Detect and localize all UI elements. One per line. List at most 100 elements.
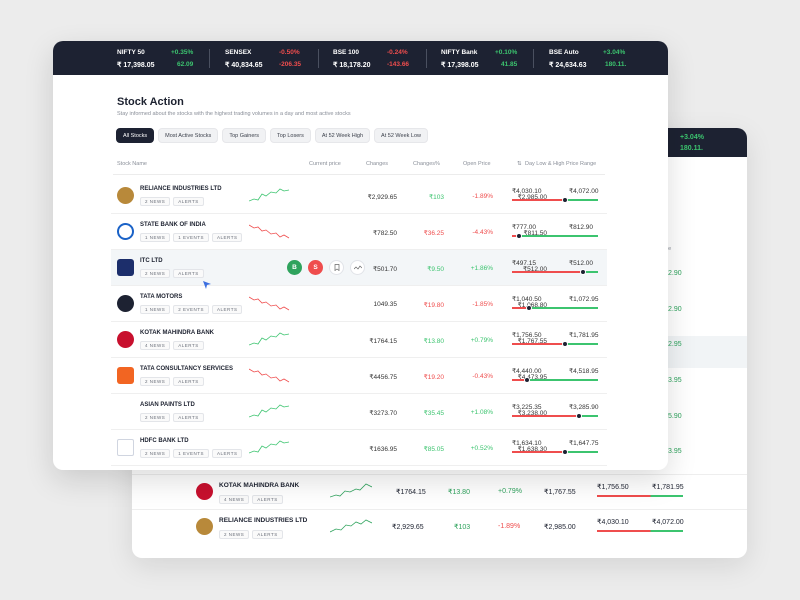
ticker-value: ₹ 40,834.65 <box>225 62 263 69</box>
alerts-tag[interactable]: ALERTS <box>252 495 283 504</box>
asian-paints-logo-icon <box>117 403 134 420</box>
header-divider <box>113 174 605 175</box>
price-change-percent: +1.86% <box>470 265 493 272</box>
chart-icon[interactable] <box>350 260 365 275</box>
sparkline-icon <box>249 224 290 239</box>
stock-tag[interactable]: 2 NEWS <box>140 197 171 206</box>
tab-52-week-high[interactable]: At 52 Week High <box>314 128 371 143</box>
tab-top-losers[interactable]: Top Losers <box>269 128 311 143</box>
stock-tag[interactable]: ALERTS <box>173 197 204 206</box>
ticker-item-sensex[interactable]: SENSEX -0.50% ₹ 40,834.65 -206.35 <box>225 41 325 75</box>
stock-tag[interactable]: 4 NEWS <box>140 341 171 350</box>
ticker-item-nifty-50[interactable]: NIFTY 50 +0.35% ₹ 17,398.05 62.09 <box>117 41 217 75</box>
price-change: ₹85.05 <box>423 446 444 453</box>
price-change: ₹19.80 <box>423 302 444 309</box>
stock-tag[interactable]: ALERTS <box>173 377 204 386</box>
range-high-segment <box>518 235 598 237</box>
back-table-row[interactable]: KOTAK MAHINDRA BANK 4 NEWS ALERTS ₹1764.… <box>132 474 747 508</box>
range-marker <box>576 413 583 419</box>
price-change-percent: -0.43% <box>472 373 493 380</box>
table-row[interactable]: HDFC BANK LTD 2 NEWS 1 EVENTS ALERTS ₹1636.9… <box>111 430 607 466</box>
sort-icon[interactable]: ⇅ <box>517 161 522 167</box>
day-range-bar <box>512 341 598 347</box>
table-row[interactable]: STATE BANK OF INDIA 1 NEWS 1 EVENTS ALERTS ₹… <box>111 214 607 250</box>
stock-tags: 2 NEWS ALERTS <box>140 269 204 278</box>
sparkline-icon <box>249 368 290 383</box>
stock-tag[interactable]: 2 NEWS <box>140 269 171 278</box>
stock-tag[interactable]: 2 NEWS <box>140 377 171 386</box>
stock-tag[interactable]: ALERTS <box>173 341 204 350</box>
stock-name[interactable]: ASIAN PAINTS LTD <box>140 402 195 408</box>
column-header-current-price[interactable]: Current price <box>309 161 341 167</box>
back-open-price: ₹1,767.55 <box>544 489 576 496</box>
tab-top-gainers[interactable]: Top Gainers <box>222 128 266 143</box>
back-stock-name: KOTAK MAHINDRA BANK <box>219 482 300 489</box>
back-range-bar <box>597 495 683 497</box>
ticker-name: BSE Auto <box>549 49 579 56</box>
ticker-name: NIFTY 50 <box>117 49 145 56</box>
sparkline-icon <box>330 519 372 533</box>
stock-name[interactable]: HDFC BANK LTD <box>140 438 189 444</box>
stock-tag[interactable]: 2 EVENTS <box>173 305 210 314</box>
buy-button[interactable]: B <box>287 260 302 275</box>
stock-name[interactable]: TATA CONSULTANCY SERVICES <box>140 366 233 372</box>
column-header-changes[interactable]: Changes <box>366 161 388 167</box>
price-change: ₹19.20 <box>423 374 444 381</box>
sparkline-icon <box>249 188 290 202</box>
day-range-bar <box>512 305 598 311</box>
table-row[interactable]: ITC LTD 2 NEWS ALERTS B S ₹501.70 ₹9.50 +1.86% ₹… <box>111 250 607 286</box>
price-change: ₹36.25 <box>423 230 444 237</box>
stock-tag[interactable]: ALERTS <box>212 449 243 458</box>
day-high-price: ₹1,072.95 <box>569 296 599 303</box>
stock-tag[interactable]: ALERTS <box>173 269 204 278</box>
ticker-change: -0.24% <box>387 49 408 56</box>
stock-tag[interactable]: 1 NEWS <box>140 305 171 314</box>
day-low-price: ₹1,634.10 <box>512 440 542 447</box>
ticker-item-nifty-bank[interactable]: NIFTY Bank +0.10% ₹ 17,398.05 41.85 <box>441 41 541 75</box>
tab-52-week-low[interactable]: At 52 Week Low <box>374 128 428 143</box>
stock-name[interactable]: RELIANCE INDUSTRIES LTD <box>140 186 222 192</box>
table-row[interactable]: RELIANCE INDUSTRIES LTD 2 NEWS ALERTS ₹2,92… <box>111 178 607 214</box>
market-ticker-bar: NIFTY 50 +0.35% ₹ 17,398.05 62.09 SENSEX… <box>53 41 668 75</box>
day-range-bar <box>512 449 598 455</box>
stock-name[interactable]: KOTAK MAHINDRA BANK <box>140 330 214 336</box>
tab-most-active-stocks[interactable]: Most Active Stocks <box>158 128 219 143</box>
back-stock-name: RELIANCE INDUSTRIES LTD <box>219 517 308 524</box>
stock-tag[interactable]: 1 EVENTS <box>173 233 210 242</box>
stock-tag[interactable]: ALERTS <box>212 233 243 242</box>
column-header-stock-name[interactable]: Stock Name <box>117 161 147 167</box>
stock-tag[interactable]: ALERTS <box>212 305 243 314</box>
sell-button[interactable]: S <box>308 260 323 275</box>
column-header-day-range[interactable]: Day Low & High Price Range <box>525 161 596 167</box>
table-row[interactable]: ASIAN PAINTS LTD 2 NEWS ALERTS ₹3273.70 ₹35.… <box>111 394 607 430</box>
sbi-logo-icon <box>117 223 134 240</box>
price-change-percent: +0.79% <box>470 337 493 344</box>
back-table-row[interactable]: RELIANCE INDUSTRIES LTD 2 NEWS ALERTS ₹2… <box>132 509 747 543</box>
table-row[interactable]: TATA MOTORS 1 NEWS 2 EVENTS ALERTS 1049.35 ₹1… <box>111 286 607 322</box>
stock-tag[interactable]: 1 EVENTS <box>173 449 210 458</box>
news-tag[interactable]: 4 NEWS <box>219 495 250 504</box>
stock-tag[interactable]: ALERTS <box>173 413 204 422</box>
alerts-tag[interactable]: ALERTS <box>252 530 283 539</box>
stock-tag[interactable]: 2 NEWS <box>140 449 171 458</box>
ticker-item-bse-100[interactable]: BSE 100 -0.24% ₹ 18,178.20 -143.66 <box>333 41 433 75</box>
ticker-item-bse-auto[interactable]: BSE Auto +3.04% ₹ 24,634.63 180.11. <box>549 41 654 75</box>
stock-name[interactable]: STATE BANK OF INDIA <box>140 222 206 228</box>
back-open-price: ₹2,985.00 <box>544 524 576 531</box>
day-range-bar <box>512 413 598 419</box>
bookmark-icon[interactable] <box>329 260 344 275</box>
stock-tag[interactable]: 1 NEWS <box>140 233 171 242</box>
column-header-open-price[interactable]: Open Price <box>463 161 491 167</box>
back-current-price: ₹1764.15 <box>396 489 426 496</box>
table-row[interactable]: KOTAK MAHINDRA BANK 4 NEWS ALERTS ₹1764.15 ₹… <box>111 322 607 358</box>
column-header-changes-percent[interactable]: Changes% <box>413 161 440 167</box>
tab-all-stocks[interactable]: All Stocks <box>116 128 155 143</box>
back-col-value: 3.95 <box>668 448 682 455</box>
stock-name[interactable]: ITC LTD <box>140 258 163 264</box>
stock-name[interactable]: TATA MOTORS <box>140 294 182 300</box>
stock-tag[interactable]: 2 NEWS <box>140 413 171 422</box>
table-row[interactable]: TATA CONSULTANCY SERVICES 2 NEWS ALERTS ₹44… <box>111 358 607 394</box>
price-change-percent: -1.89% <box>472 193 493 200</box>
news-tag[interactable]: 2 NEWS <box>219 530 250 539</box>
ticker-points: -206.35 <box>279 61 302 68</box>
